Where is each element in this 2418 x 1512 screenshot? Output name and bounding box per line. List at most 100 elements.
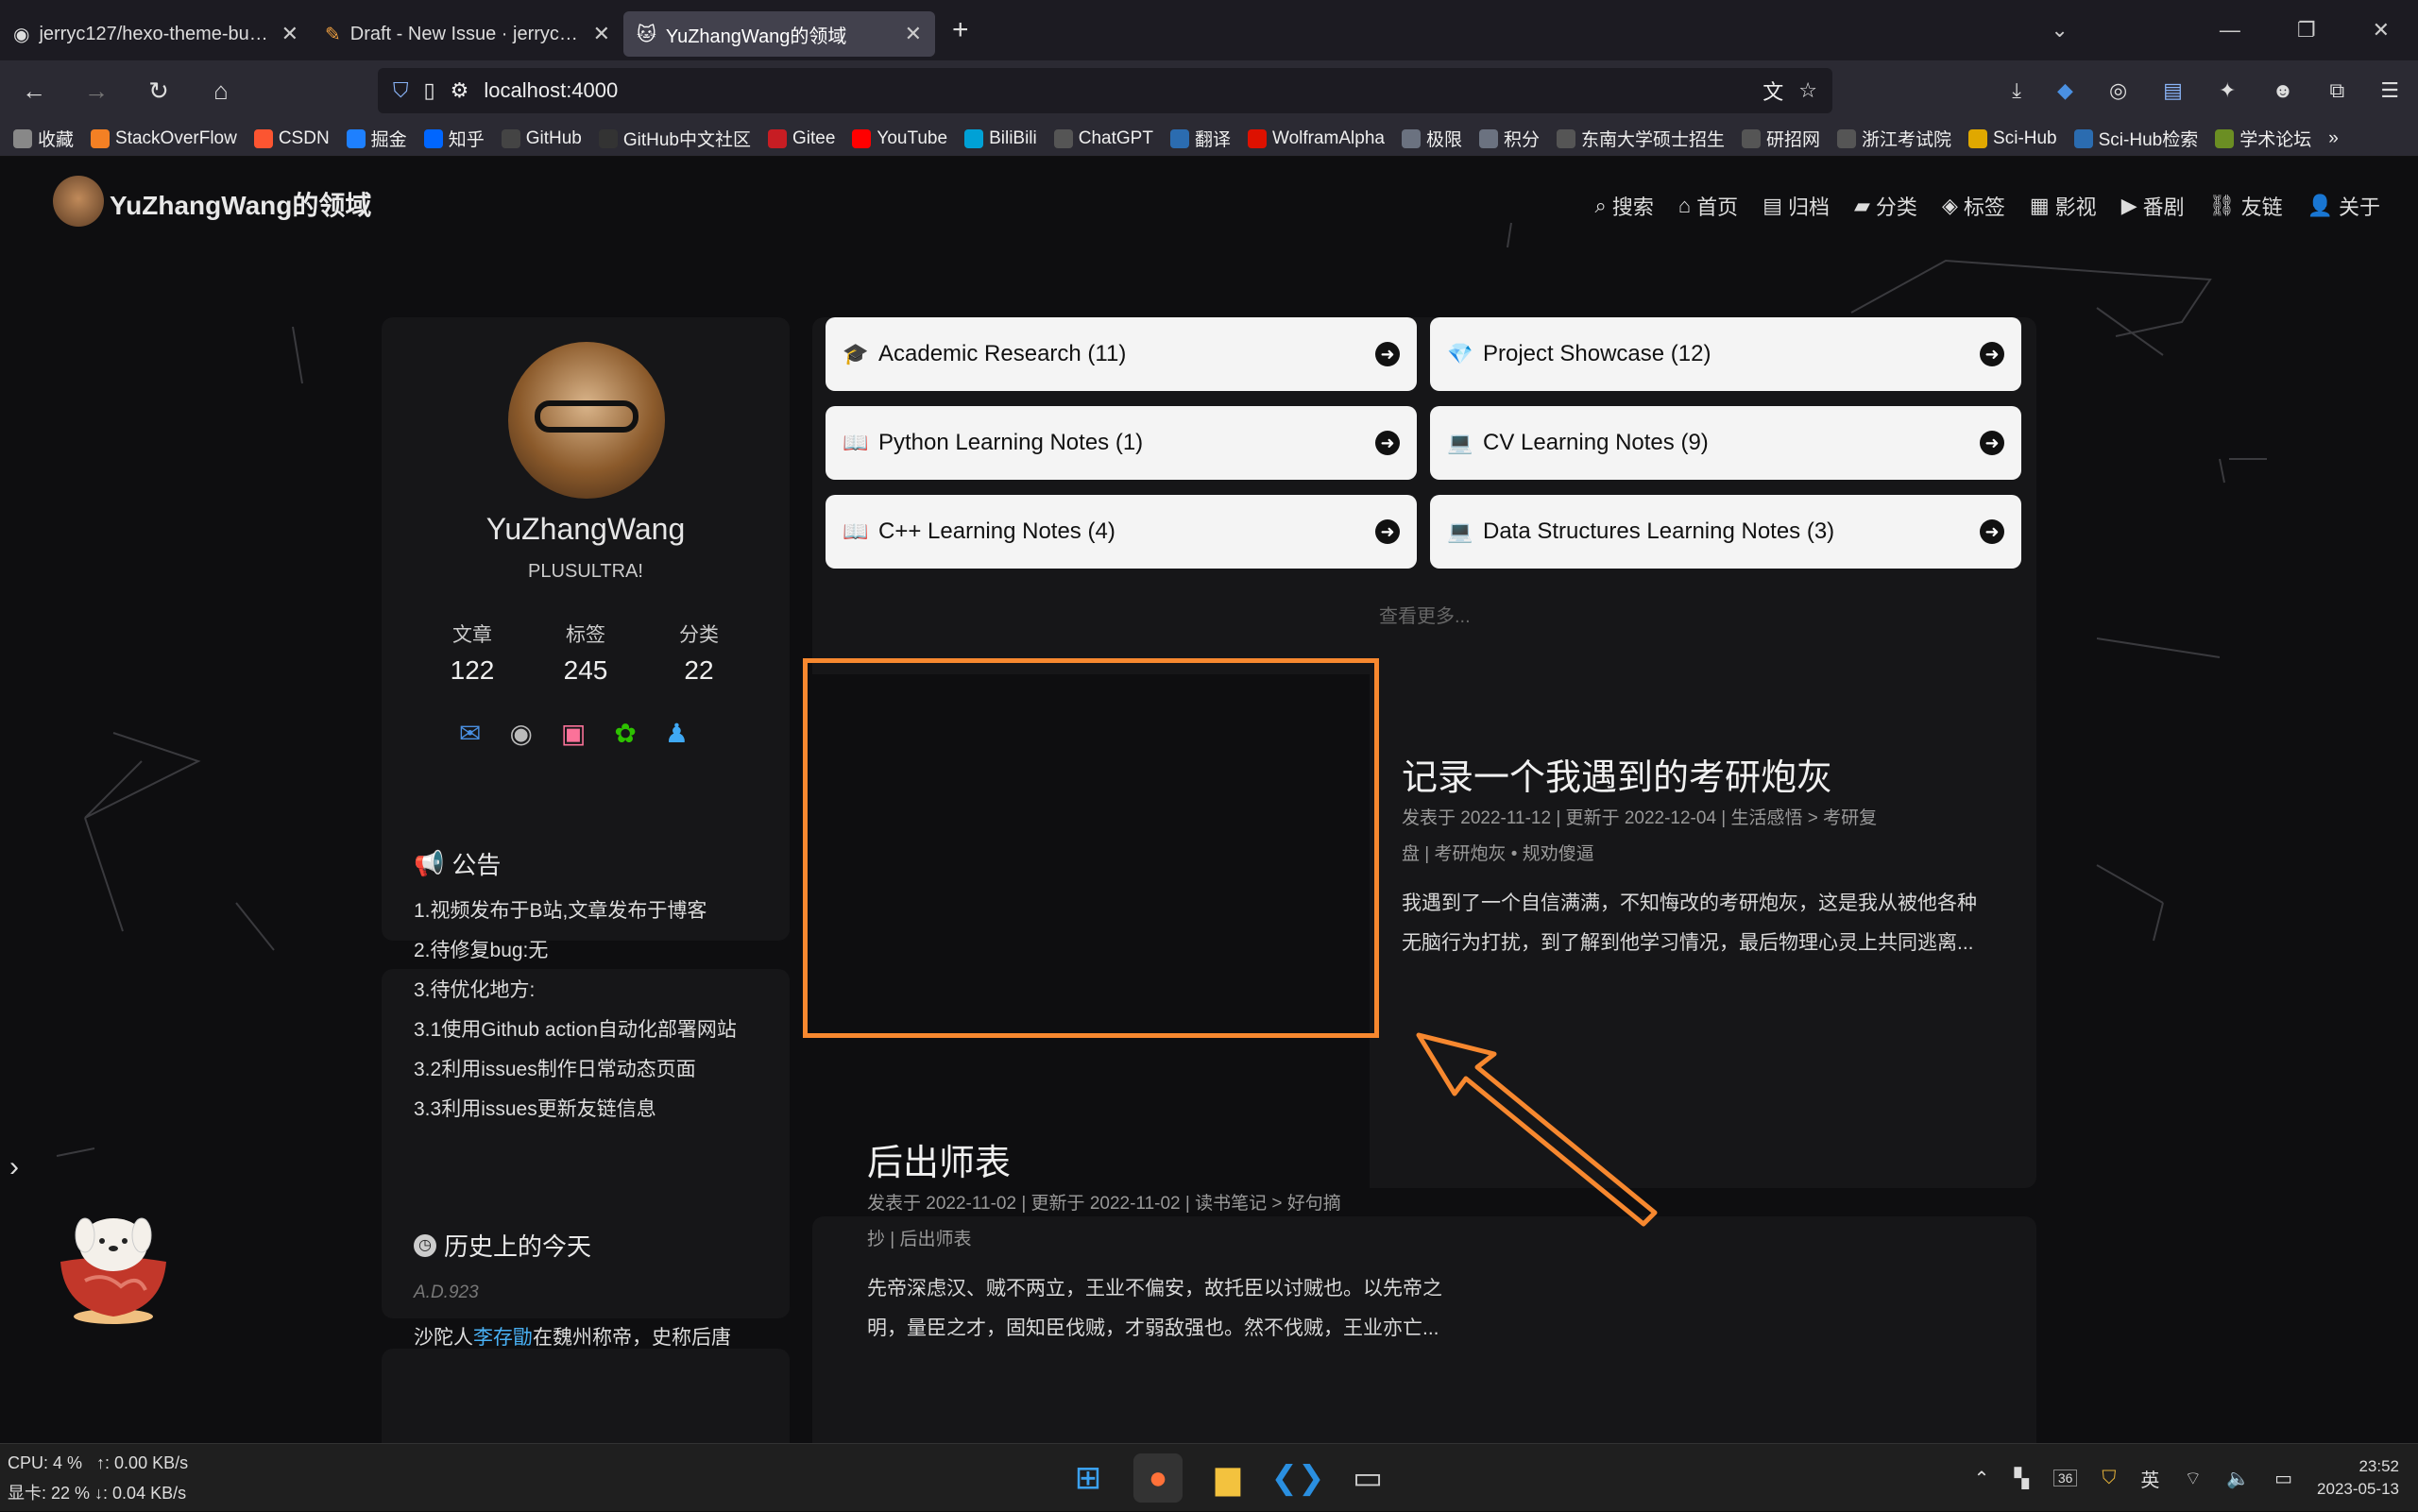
menu-item-2[interactable]: ⌂ 首页: [1678, 191, 1738, 221]
site-title[interactable]: YuZhangWang的领域: [110, 185, 371, 223]
vscode-icon[interactable]: ❮❯: [1271, 1453, 1325, 1503]
post-meta: 发表于 2022-11-02 | 更新于 2022-11-02 | 读书笔记 >…: [867, 1194, 1341, 1249]
url-bar[interactable]: ⛉ ▯ ⚙ localhost:4000 文 ☆: [378, 68, 1832, 113]
bookmark-item[interactable]: Gitee: [767, 128, 835, 149]
hamburger-menu-icon[interactable]: ☰: [2380, 78, 2399, 103]
reload-button[interactable]: ↻: [142, 76, 176, 106]
security-icon[interactable]: ⛉: [2102, 1468, 2116, 1489]
bookmark-item[interactable]: CSDN: [253, 128, 330, 149]
chevron-up-icon[interactable]: ⌃: [1974, 1467, 1990, 1490]
bookmark-item[interactable]: 浙江考试院: [1837, 126, 1951, 151]
bookmark-item[interactable]: 极限: [1401, 126, 1462, 151]
volume-icon[interactable]: 🔈: [2226, 1467, 2250, 1490]
menu-item-3[interactable]: ▤ 归档: [1762, 191, 1830, 221]
browser-tab-3[interactable]: 🐱 YuZhangWang的领域 ✕: [623, 11, 935, 57]
bookmark-item[interactable]: 学术论坛: [2215, 126, 2311, 151]
menu-item-7[interactable]: ▶ 番剧: [2121, 191, 2185, 221]
bookmark-item[interactable]: WolframAlpha: [1247, 128, 1385, 149]
category-button[interactable]: 📖 C++ Learning Notes (4) ➜: [826, 495, 1417, 569]
star-icon[interactable]: ✦: [2219, 78, 2236, 103]
restore-button[interactable]: ❐: [2297, 18, 2316, 42]
minimize-button[interactable]: —: [2220, 18, 2240, 42]
avatar[interactable]: [508, 342, 665, 499]
puzzle-icon[interactable]: ⧉: [2330, 78, 2345, 103]
bookmark-item[interactable]: Sci-Hub检索: [2073, 126, 2198, 151]
extension-icon[interactable]: ◎: [2109, 78, 2127, 103]
ime-indicator[interactable]: 英: [2140, 1465, 2159, 1492]
menu-item-6[interactable]: ▦ 影视: [2030, 191, 2097, 221]
sidebar-toggle[interactable]: ›: [0, 1139, 28, 1196]
post-title[interactable]: 记录一个我遇到的考研炮灰: [1402, 748, 1832, 800]
category-button[interactable]: 💻 Data Structures Learning Notes (3) ➜: [1430, 495, 2021, 569]
menu-item-1[interactable]: ⌕ 搜索: [1595, 191, 1654, 221]
close-icon[interactable]: ✕: [905, 22, 922, 46]
stat-tags[interactable]: 标签 245: [529, 620, 642, 686]
post-excerpt: 我遇到了一个自信满满，不知悔改的考研炮灰，这是我从被他各种 无脑行为打扰，到了解…: [1402, 892, 1977, 954]
bookmark-item[interactable]: 收藏: [13, 126, 74, 151]
download-icon[interactable]: ⤓: [2012, 78, 2021, 103]
more-link[interactable]: 查看更多...: [1379, 601, 1471, 628]
bookmark-item[interactable]: Sci-Hub: [1968, 128, 2057, 149]
bookmark-icon: [852, 128, 872, 148]
history-link[interactable]: 李存勖: [473, 1327, 533, 1349]
terminal-icon[interactable]: ▭: [1343, 1453, 1392, 1503]
badge-icon[interactable]: 36: [2052, 1470, 2078, 1487]
forward-button[interactable]: →: [79, 76, 113, 106]
bookmark-item[interactable]: 东南大学硕士招生: [1557, 126, 1725, 151]
github-icon[interactable]: ◉: [509, 718, 532, 749]
back-button[interactable]: ←: [17, 76, 51, 106]
new-tab-button[interactable]: +: [952, 14, 969, 46]
extension-icon[interactable]: ☻: [2272, 78, 2293, 103]
bookmark-item[interactable]: 翻译: [1169, 126, 1231, 151]
bookmark-item[interactable]: 研招网: [1742, 126, 1820, 151]
extension-icon[interactable]: ◆: [2057, 78, 2073, 103]
clock[interactable]: 23:52 2023-05-13: [2317, 1455, 2399, 1501]
menu-item-9[interactable]: 👤 关于: [2307, 191, 2380, 221]
site-header: YuZhangWang的领域 ⌕ 搜索 ⌂ 首页 ▤ 归档 ▰ 分类 ◈ 标签 ▦ 影视 ▶ 番剧 ⛓ 友链 👤…: [0, 157, 2418, 251]
wechat-icon[interactable]: ✿: [614, 718, 636, 749]
email-icon[interactable]: ✉: [459, 718, 481, 749]
menu-item-4[interactable]: ▰ 分类: [1854, 191, 1917, 221]
category-button[interactable]: 🎓 Academic Research (11) ➜: [826, 317, 1417, 391]
menu-item-5[interactable]: ◈ 标签: [1942, 191, 2005, 221]
file-explorer-icon[interactable]: ▆: [1203, 1453, 1252, 1503]
bookmarks-overflow-icon[interactable]: »: [2328, 128, 2339, 149]
bilibili-icon[interactable]: ▣: [561, 718, 586, 749]
site-logo[interactable]: [53, 176, 104, 227]
url-text[interactable]: localhost:4000: [484, 78, 618, 103]
bookmark-item[interactable]: 知乎: [423, 126, 485, 151]
menu-item-8[interactable]: ⛓ 友链: [2209, 191, 2283, 221]
category-button[interactable]: 💎 Project Showcase (12) ➜: [1430, 317, 2021, 391]
bookmark-item[interactable]: YouTube: [852, 128, 947, 149]
translate-icon[interactable]: 文: [1762, 76, 1783, 106]
extension-icon[interactable]: ▤: [2163, 78, 2183, 103]
stat-categories[interactable]: 分类 22: [642, 620, 756, 686]
home-button[interactable]: ⌂: [204, 76, 238, 106]
bookmark-item[interactable]: StackOverFlow: [91, 128, 237, 149]
bookmark-item[interactable]: 积分: [1478, 126, 1540, 151]
wifi-icon[interactable]: ⌔: [2184, 1467, 2202, 1490]
category-button[interactable]: 📖 Python Learning Notes (1) ➜: [826, 406, 1417, 480]
bookmark-item[interactable]: GitHub中文社区: [598, 126, 751, 151]
battery-icon[interactable]: ▭: [2274, 1467, 2292, 1490]
post-title[interactable]: 后出师表: [867, 1133, 1011, 1185]
close-window-button[interactable]: ✕: [2373, 18, 2390, 42]
bookmark-item[interactable]: BiliBili: [964, 128, 1037, 149]
bookmark-item[interactable]: GitHub: [501, 128, 582, 149]
bookmark-item[interactable]: ChatGPT: [1053, 128, 1153, 149]
chevron-down-icon[interactable]: ⌄: [2051, 18, 2068, 42]
qq-icon[interactable]: ♟: [665, 718, 689, 749]
category-button[interactable]: 💻 CV Learning Notes (9) ➜: [1430, 406, 2021, 480]
browser-tab-2[interactable]: ✎ Draft - New Issue · jerryc127/hexo-the…: [312, 11, 623, 57]
firefox-icon[interactable]: ●: [1133, 1453, 1183, 1503]
shield-icon: ⛉: [393, 78, 409, 102]
windows-start-icon[interactable]: ⊞: [1064, 1453, 1113, 1503]
bookmark-star-icon[interactable]: ☆: [1798, 78, 1817, 103]
browser-tab-1[interactable]: ◉ jerryc127/hexo-theme-butterfly ✕: [0, 11, 312, 57]
close-icon[interactable]: ✕: [281, 22, 298, 46]
close-icon[interactable]: ✕: [593, 22, 610, 46]
stat-articles[interactable]: 文章 122: [416, 620, 529, 686]
bookmark-item[interactable]: 掘金: [346, 126, 407, 151]
app-tray-icon[interactable]: ▚: [2014, 1467, 2028, 1490]
mascot-decoration[interactable]: [47, 1196, 179, 1328]
